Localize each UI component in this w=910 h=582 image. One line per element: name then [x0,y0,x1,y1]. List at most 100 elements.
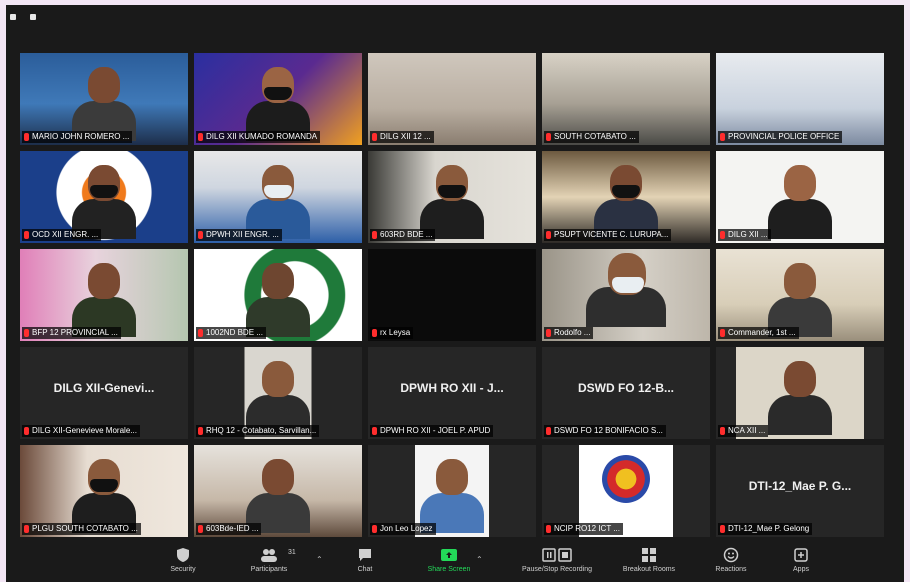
mic-muted-icon [372,329,377,337]
mic-muted-icon [720,329,725,337]
security-button[interactable]: Security [148,547,218,573]
mic-muted-icon [546,231,551,239]
mic-muted-icon [546,133,551,141]
mic-muted-icon [198,525,203,533]
video-tile[interactable]: DILG XII KUMADO ROMANDA [194,53,362,145]
chat-icon [359,549,371,561]
participant-name: NCA XII ... [718,425,769,437]
video-tile[interactable]: DILG XII 12 ... [368,53,536,145]
breakout-rooms-icon [642,548,656,562]
share-screen-icon [441,549,457,561]
video-tile[interactable]: OCD XII ENGR. ... [20,151,188,243]
video-tile[interactable]: PLGU SOUTH COTABATO ... [20,445,188,537]
participant-name: SOUTH COTABATO ... [544,131,639,143]
video-tile[interactable]: rx Leysa [368,249,536,341]
video-tile[interactable]: DILG XII ... [716,151,884,243]
participant-name: Rodolfo ... [544,327,594,339]
participant-name: DILG XII-Genevieve Morale... [22,425,140,437]
participant-display-name: DSWD FO 12-B... [577,381,674,395]
participant-name: BFP 12 PROVINCIAL ... [22,327,121,339]
zoom-meeting-window: MARIO JOHN ROMERO ... DILG XII KUMADO RO… [6,5,904,582]
shield-icon [177,548,189,562]
participant-name: DILG XII ... [718,229,771,241]
participants-label: Participants [250,566,288,573]
mic-muted-icon [546,427,551,435]
chat-label: Chat [357,566,373,573]
recording-label: Pause/Stop Recording [521,566,593,573]
mic-muted-icon [546,525,551,533]
video-tile[interactable]: DTI-12_Mae P. G... DTI-12_Mae P. Gelong [716,445,884,537]
participant-display-name: DTI-12_Mae P. G... [748,479,852,493]
participant-name: 1002ND BDE ... [196,327,266,339]
participant-name: MARIO JOHN ROMERO ... [22,131,133,143]
pause-stop-icon [542,548,572,562]
mic-muted-icon [720,525,725,533]
mic-muted-icon [720,427,725,435]
mic-muted-icon [24,525,29,533]
participant-name: rx Leysa [370,327,414,339]
video-tile[interactable]: Commander, 1st ... [716,249,884,341]
breakout-rooms-label: Breakout Rooms [622,566,676,573]
seal-logo [602,455,650,503]
video-tile[interactable]: DPWH XII ENGR. ... [194,151,362,243]
video-tile[interactable]: NCA XII ... [716,347,884,439]
security-label: Security [170,566,196,573]
video-tile[interactable]: Jon Leo Lopez [368,445,536,537]
participant-name: NCIP RO12 ICT ... [544,523,623,535]
mic-muted-icon [198,427,203,435]
participant-name: PROVINCIAL POLICE OFFICE [718,131,843,143]
mic-muted-icon [24,427,29,435]
participant-display-name: DILG XII-Genevi... [53,381,155,395]
video-tile[interactable]: 603RD BDE ... [368,151,536,243]
reactions-button[interactable]: Reactions [696,547,766,573]
video-tile[interactable]: PSUPT VICENTE C. LURUPA... [542,151,710,243]
video-tile[interactable]: 1002ND BDE ... [194,249,362,341]
video-tile[interactable]: MARIO JOHN ROMERO ... [20,53,188,145]
mic-muted-icon [372,525,377,533]
mic-muted-icon [546,329,551,337]
participant-name: DILG XII 12 ... [370,131,434,143]
video-tile[interactable]: SOUTH COTABATO ... [542,53,710,145]
mic-muted-icon [24,231,29,239]
video-tile[interactable]: PROVINCIAL POLICE OFFICE [716,53,884,145]
participant-name: 603Bde-IED ... [196,523,262,535]
video-tile[interactable]: RHQ 12 - Cotabato, Sarvillan... [194,347,362,439]
participant-name: DPWH XII ENGR. ... [196,229,282,241]
video-tile[interactable]: 603Bde-IED ... [194,445,362,537]
video-tile[interactable]: Rodolfo ... [542,249,710,341]
video-tile[interactable]: DILG XII-Genevi... DILG XII-Genevieve Mo… [20,347,188,439]
window-control-icon[interactable] [10,14,16,20]
mic-muted-icon [720,231,725,239]
breakout-rooms-button[interactable]: Breakout Rooms [614,547,684,573]
participant-name: PSUPT VICENTE C. LURUPA... [544,229,672,241]
apps-icon [794,548,808,562]
participant-name: DTI-12_Mae P. Gelong [718,523,813,535]
chat-button[interactable]: Chat [330,547,400,573]
reactions-label: Reactions [715,566,747,573]
participant-display-name: DPWH RO XII - J... [400,381,504,395]
participant-name: OCD XII ENGR. ... [22,229,102,241]
recording-button[interactable]: Pause/Stop Recording [512,547,602,573]
view-options-icon[interactable] [30,14,36,20]
reactions-icon [723,547,739,563]
top-bar [6,5,904,31]
mic-muted-icon [198,231,203,239]
video-tile[interactable]: BFP 12 PROVINCIAL ... [20,249,188,341]
mic-muted-icon [198,329,203,337]
participant-name: DPWH RO XII - JOEL P. APUD [370,425,494,437]
video-tile[interactable]: DSWD FO 12-B... DSWD FO 12 BONIFACIO S..… [542,347,710,439]
video-tile[interactable]: NCIP RO12 ICT ... [542,445,710,537]
share-screen-button[interactable]: Share Screen [414,547,484,573]
participant-name: Commander, 1st ... [718,327,799,339]
share-screen-label: Share Screen [427,566,471,573]
mic-muted-icon [24,329,29,337]
participants-icon [261,549,277,562]
participant-name: RHQ 12 - Cotabato, Sarvillan... [196,425,320,437]
participant-name: Jon Leo Lopez [370,523,436,535]
video-tile[interactable]: DPWH RO XII - J... DPWH RO XII - JOEL P.… [368,347,536,439]
mic-muted-icon [372,231,377,239]
share-caret-icon[interactable]: ⌃ [476,555,483,564]
apps-button[interactable]: Apps [766,547,836,573]
apps-label: Apps [793,566,809,573]
participants-caret-icon[interactable]: ⌃ [316,555,323,564]
